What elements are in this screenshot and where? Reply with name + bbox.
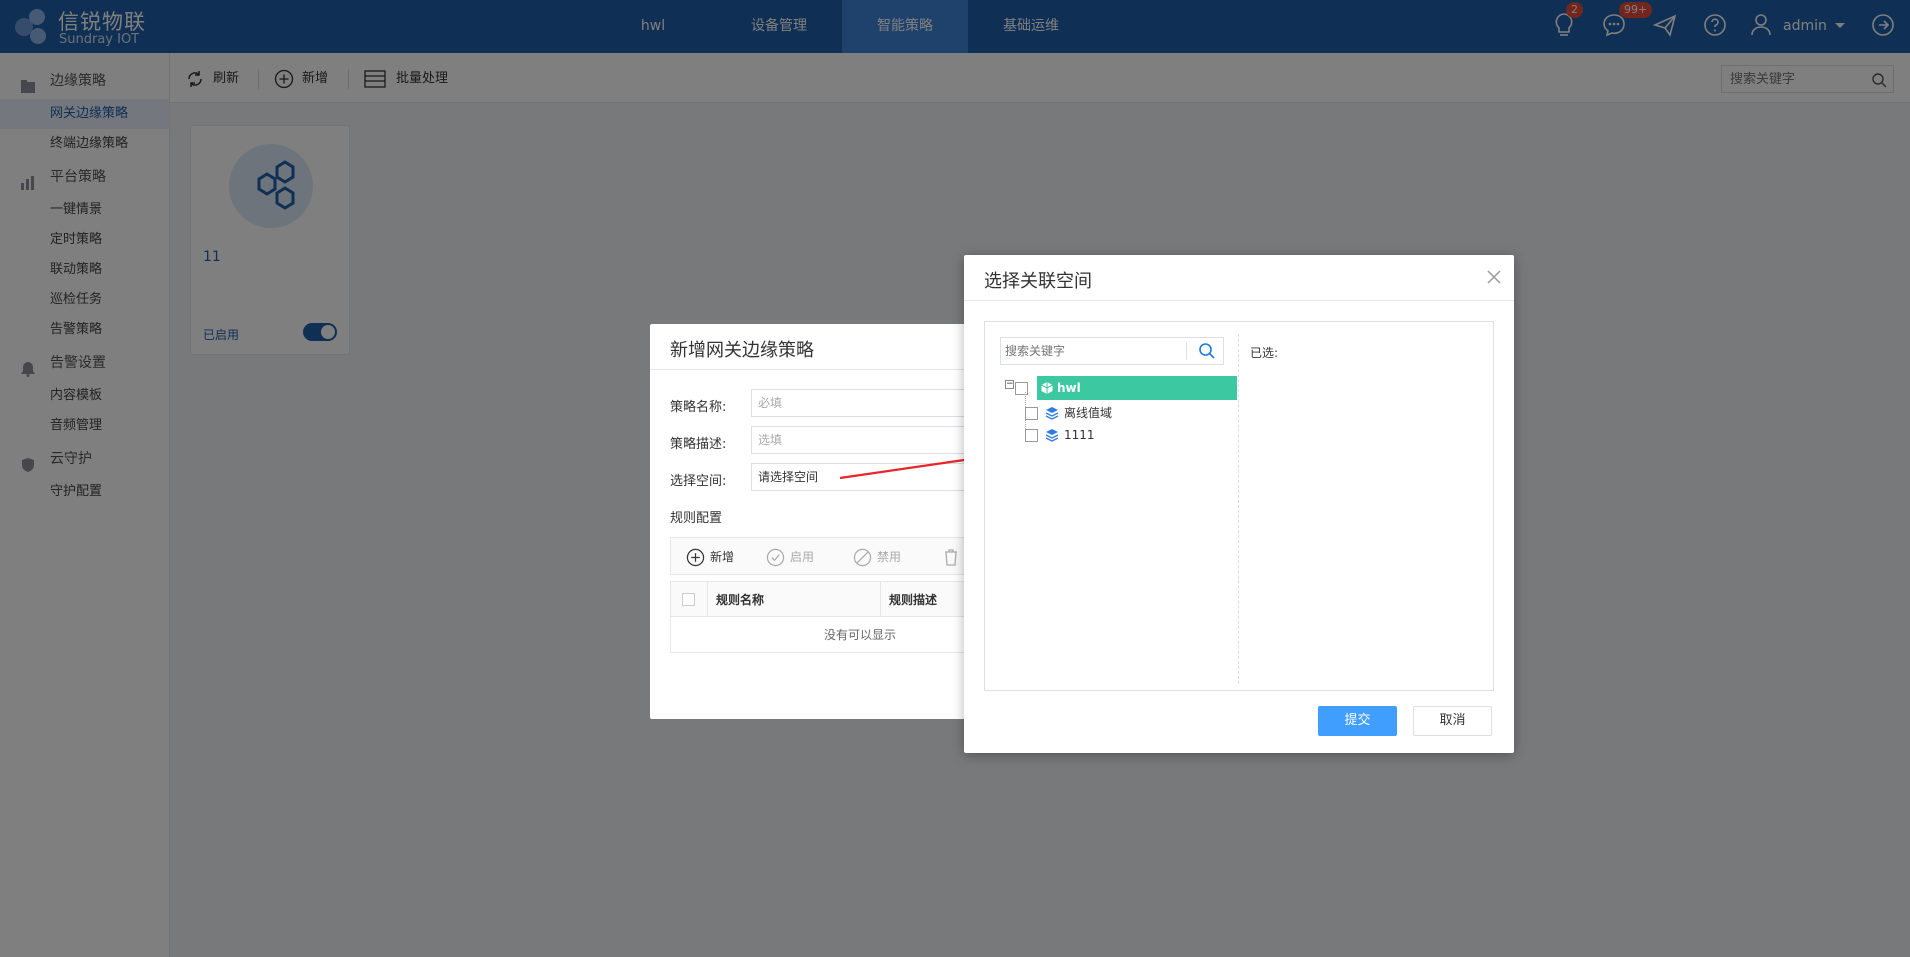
tree-node-child[interactable]: 1111 xyxy=(1025,423,1225,447)
dialog-title: 新增网关边缘策略 xyxy=(670,340,814,361)
layers-icon xyxy=(1045,407,1059,420)
rule-enable-button[interactable]: 启用 xyxy=(766,548,815,567)
cube-icon xyxy=(1041,382,1053,394)
rule-add-label: 新增 xyxy=(710,550,735,564)
tree-checkbox[interactable] xyxy=(1025,429,1038,442)
close-icon[interactable] xyxy=(1484,267,1504,287)
tree-node-label: 1111 xyxy=(1064,428,1095,442)
submit-button[interactable]: 提交 xyxy=(1318,706,1397,736)
tree-search-input[interactable] xyxy=(1001,338,1186,364)
check-circle-icon xyxy=(766,548,785,567)
tree-node-label: hwl xyxy=(1057,381,1081,395)
selected-label: 已选: xyxy=(1250,346,1279,360)
layers-icon xyxy=(1045,429,1059,442)
tree-search-bar xyxy=(1000,337,1224,365)
ban-icon xyxy=(853,548,872,567)
column-rule-desc: 规则描述 xyxy=(889,593,938,607)
rule-enable-label: 启用 xyxy=(790,550,815,564)
search-divider xyxy=(1186,342,1187,360)
strategy-desc-label: 策略描述: xyxy=(670,437,727,452)
divider xyxy=(964,300,1514,301)
rule-disable-label: 禁用 xyxy=(877,550,902,564)
space-picker: − hwl 离线值域 1111 已选: xyxy=(984,321,1494,691)
tree-node-label: 离线值域 xyxy=(1064,406,1113,420)
plus-circle-icon xyxy=(686,548,705,567)
select-space-dialog: 选择关联空间 − hwl 离线值域 1111 已选: xyxy=(964,255,1514,753)
column-rule-name: 规则名称 xyxy=(716,593,765,607)
tree-checkbox[interactable] xyxy=(1025,407,1038,420)
rules-section-title: 规则配置 xyxy=(670,511,723,526)
column-divider xyxy=(880,582,881,616)
dialog-title: 选择关联空间 xyxy=(984,271,1092,292)
column-divider xyxy=(707,582,708,616)
rule-add-button[interactable]: 新增 xyxy=(686,548,735,567)
space-select-label: 选择空间: xyxy=(670,474,727,489)
strategy-name-label: 策略名称: xyxy=(670,400,727,415)
trash-icon xyxy=(945,549,957,566)
select-all-checkbox[interactable] xyxy=(682,593,695,606)
tree-node-child[interactable]: 离线值域 xyxy=(1025,401,1225,425)
cancel-button[interactable]: 取消 xyxy=(1413,706,1492,736)
rule-disable-button[interactable]: 禁用 xyxy=(853,548,902,567)
tree-collapse-toggle[interactable]: − xyxy=(1005,380,1014,389)
panel-divider xyxy=(1238,334,1239,684)
tree-checkbox-root[interactable] xyxy=(1015,382,1028,395)
search-icon[interactable] xyxy=(1198,342,1216,360)
tree-node-root[interactable]: hwl xyxy=(1037,376,1237,400)
